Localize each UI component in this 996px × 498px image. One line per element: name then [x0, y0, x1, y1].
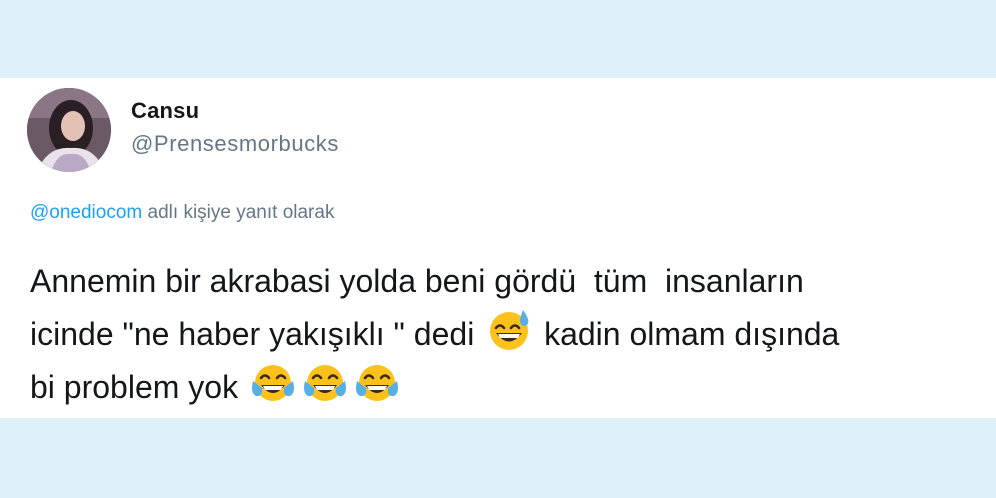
- bottom-background-band: [0, 418, 996, 498]
- face-with-tears-of-joy-icon: [303, 361, 347, 405]
- tweet-text-segment: icinde "ne haber yakışıklı " dedi: [30, 316, 484, 352]
- avatar[interactable]: [27, 88, 111, 172]
- tweet-text-segment: bi problem yok: [30, 369, 247, 405]
- tweet-text: Annemin bir akrabasi yolda beni gördü tü…: [30, 255, 980, 414]
- face-with-tears-of-joy-icon: [251, 361, 295, 405]
- reply-mention-link[interactable]: @onediocom: [30, 202, 142, 223]
- tweet-card: Cansu @Prensesmorbucks @onediocom adlı k…: [0, 78, 996, 418]
- author-display-name[interactable]: Cansu: [131, 98, 199, 124]
- reply-context: @onediocom adlı kişiye yanıt olarak: [30, 202, 334, 224]
- tweet-text-line-1: Annemin bir akrabasi yolda beni gördü tü…: [30, 263, 804, 299]
- author-handle[interactable]: @Prensesmorbucks: [131, 131, 339, 157]
- grinning-face-with-sweat-icon: [487, 308, 531, 352]
- tweet-text-line-2: icinde "ne haber yakışıklı " dedi kadin …: [30, 308, 980, 361]
- tweet-text-segment: kadin olmam dışında: [535, 316, 840, 352]
- reply-context-text: adlı kişiye yanıt olarak: [142, 202, 335, 223]
- top-background-band: [0, 0, 996, 78]
- face-with-tears-of-joy-icon: [355, 361, 399, 405]
- tweet-text-line-3: bi problem yok: [30, 361, 980, 414]
